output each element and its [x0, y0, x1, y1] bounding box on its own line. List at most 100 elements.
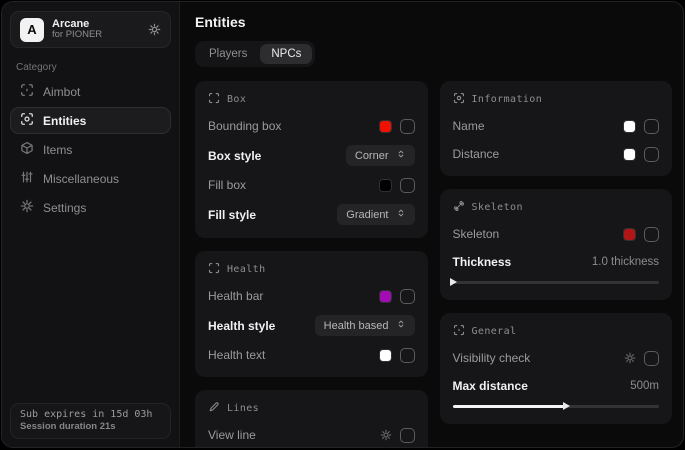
sidebar-item-label: Miscellaneous: [43, 172, 119, 186]
logo-letter: A: [27, 22, 36, 37]
row-label: Thickness: [453, 255, 512, 269]
information-card: Information Name Distance: [440, 81, 673, 176]
gear-icon[interactable]: [380, 429, 392, 441]
scan-eye-icon: [20, 112, 34, 129]
max-distance-value: 500m: [630, 380, 659, 392]
health-bar-row: Health bar: [208, 287, 415, 305]
health-bar-checkbox[interactable]: [400, 289, 415, 304]
app-subtitle: for PIONER: [52, 30, 140, 41]
visibility-check-checkbox[interactable]: [644, 351, 659, 366]
package-icon: [20, 141, 34, 158]
gear-icon[interactable]: [148, 23, 161, 36]
name-checkbox[interactable]: [644, 119, 659, 134]
row-label: Box style: [208, 149, 261, 163]
bounding-box-color-swatch[interactable]: [379, 120, 392, 133]
card-title: Box: [227, 94, 246, 105]
entity-tabs: Players NPCs: [195, 41, 315, 67]
sliders-icon: [20, 170, 34, 187]
sidebar-item-entities[interactable]: Entities: [10, 107, 171, 134]
scan-icon: [208, 262, 220, 277]
skeleton-row: Skeleton: [453, 225, 660, 243]
slider-thumb[interactable]: [563, 402, 570, 410]
lines-card: Lines View line Line to enemy: [195, 390, 428, 447]
sidebar-item-settings[interactable]: Settings: [10, 194, 171, 221]
pencil-icon: [208, 401, 220, 416]
max-distance-slider[interactable]: [453, 402, 660, 411]
tab-players[interactable]: Players: [198, 44, 258, 64]
scan-icon: [208, 92, 220, 107]
sidebar: A Arcane for PIONER Category Aimbot Enti…: [2, 2, 180, 447]
view-line-checkbox[interactable]: [400, 428, 415, 443]
row-label: Bounding box: [208, 119, 281, 133]
distance-row: Distance: [453, 145, 660, 163]
brand-card: A Arcane for PIONER: [10, 11, 171, 48]
skeleton-checkbox[interactable]: [644, 227, 659, 242]
card-title: Health: [227, 264, 266, 275]
health-card: Health Health bar Health style Health ba…: [195, 251, 428, 377]
slider-thumb[interactable]: [450, 278, 457, 286]
view-line-row: View line: [208, 426, 415, 444]
name-color-swatch[interactable]: [623, 120, 636, 133]
general-card: General Visibility check Max distance 50…: [440, 313, 673, 424]
sidebar-item-label: Aimbot: [43, 85, 80, 99]
crosshair-scan-icon: [453, 324, 465, 339]
sidebar-nav: Aimbot Entities Items Miscellaneous Sett…: [2, 77, 179, 222]
sidebar-item-items[interactable]: Items: [10, 136, 171, 163]
box-style-select[interactable]: Corner: [346, 145, 415, 166]
row-label: View line: [208, 428, 256, 442]
app-logo: A: [20, 18, 44, 42]
row-label: Distance: [453, 147, 500, 161]
thickness-value: 1.0 thickness: [592, 256, 659, 268]
chevrons-up-down-icon: [396, 319, 406, 332]
bounding-box-checkbox[interactable]: [400, 119, 415, 134]
row-label: Health text: [208, 348, 265, 362]
select-value: Corner: [355, 150, 389, 162]
thickness-row: Thickness 1.0 thickness: [453, 253, 660, 271]
skeleton-color-swatch[interactable]: [623, 228, 636, 241]
card-title: Skeleton: [472, 202, 523, 213]
health-text-checkbox[interactable]: [400, 348, 415, 363]
bone-icon: [453, 200, 465, 215]
row-label: Fill style: [208, 208, 256, 222]
row-label: Health style: [208, 319, 275, 333]
fill-box-color-swatch[interactable]: [379, 179, 392, 192]
card-title: Lines: [227, 403, 259, 414]
distance-color-swatch[interactable]: [623, 148, 636, 161]
scan-eye-icon: [453, 92, 465, 107]
health-text-color-swatch[interactable]: [379, 349, 392, 362]
name-row: Name: [453, 117, 660, 135]
fill-style-select[interactable]: Gradient: [337, 204, 414, 225]
health-style-row: Health style Health based: [208, 315, 415, 336]
gear-icon[interactable]: [624, 352, 636, 364]
thickness-slider[interactable]: [453, 278, 660, 287]
gear-icon: [20, 199, 34, 216]
main-content: Entities Players NPCs Box Bounding box: [180, 2, 683, 447]
fill-style-row: Fill style Gradient: [208, 204, 415, 225]
fill-box-checkbox[interactable]: [400, 178, 415, 193]
health-text-row: Health text: [208, 346, 415, 364]
app-window: A Arcane for PIONER Category Aimbot Enti…: [1, 1, 684, 448]
page-title: Entities: [195, 14, 672, 30]
sidebar-item-miscellaneous[interactable]: Miscellaneous: [10, 165, 171, 192]
bounding-box-row: Bounding box: [208, 117, 415, 135]
sidebar-item-aimbot[interactable]: Aimbot: [10, 78, 171, 105]
distance-checkbox[interactable]: [644, 147, 659, 162]
row-label: Max distance: [453, 379, 528, 393]
crosshair-scan-icon: [20, 83, 34, 100]
skeleton-card: Skeleton Skeleton Thickness 1.0 thicknes…: [440, 189, 673, 300]
session-duration-text: Session duration 21s: [20, 421, 161, 432]
category-label: Category: [16, 62, 179, 73]
tab-npcs[interactable]: NPCs: [260, 44, 312, 64]
select-value: Gradient: [346, 209, 388, 221]
visibility-check-row: Visibility check: [453, 349, 660, 367]
max-distance-row: Max distance 500m: [453, 377, 660, 395]
health-bar-color-swatch[interactable]: [379, 290, 392, 303]
subscription-status: Sub expires in 15d 03h Session duration …: [10, 403, 171, 439]
card-title: Information: [472, 94, 543, 105]
box-style-row: Box style Corner: [208, 145, 415, 166]
row-label: Visibility check: [453, 351, 531, 365]
fill-box-row: Fill box: [208, 176, 415, 194]
health-style-select[interactable]: Health based: [315, 315, 415, 336]
row-label: Name: [453, 119, 485, 133]
chevrons-up-down-icon: [396, 149, 406, 162]
